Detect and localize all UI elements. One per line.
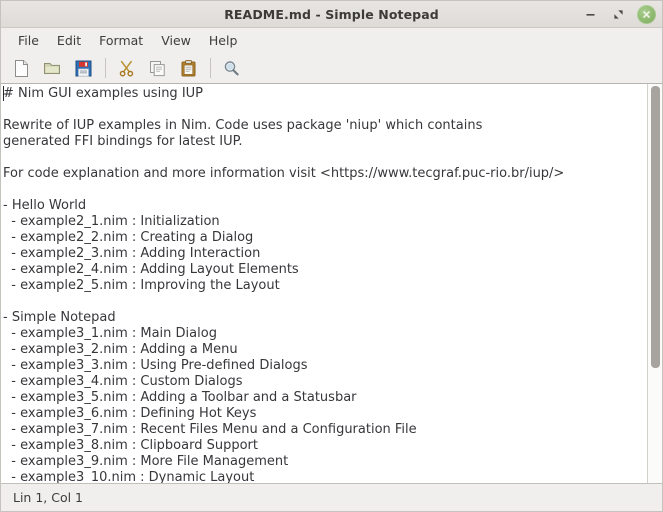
minimize-button[interactable] xyxy=(581,5,600,24)
scissors-icon xyxy=(119,60,134,77)
toolbar-separator-1 xyxy=(105,58,106,78)
editor-line: - example3_5.nim : Adding a Toolbar and … xyxy=(3,390,357,405)
editor-line: - example3_7.nim : Recent Files Menu and… xyxy=(3,422,417,437)
maximize-button[interactable] xyxy=(609,5,628,24)
menu-item-view[interactable]: View xyxy=(152,30,200,51)
toolbar-separator-2 xyxy=(210,58,211,78)
notepad-window: README.md - Simple Notepad File Edit For… xyxy=(0,0,663,512)
menu-item-file[interactable]: File xyxy=(9,30,48,51)
magnifier-search-icon xyxy=(224,60,239,75)
editor-line: - example3_8.nim : Clipboard Support xyxy=(3,438,258,453)
close-icon xyxy=(643,11,650,18)
menu-item-edit[interactable]: Edit xyxy=(48,30,90,51)
toolbar xyxy=(1,53,662,83)
editor-line: - example2_5.nim : Improving the Layout xyxy=(3,278,280,293)
copy-icon xyxy=(150,60,165,76)
new-file-button[interactable] xyxy=(8,55,35,81)
close-button[interactable] xyxy=(637,5,656,24)
editor-line: # Nim GUI examples using IUP xyxy=(3,86,204,101)
editor-line: - example3_6.nim : Defining Hot Keys xyxy=(3,406,257,421)
text-caret xyxy=(3,86,4,101)
editor-line: - example3_1.nim : Main Dialog xyxy=(3,326,217,341)
editor-line: - example3_3.nim : Using Pre-defined Dia… xyxy=(3,358,308,373)
editor-line: - example3_10.nim : Dynamic Layout xyxy=(3,470,255,483)
editor-area: # Nim GUI examples using IUP Rewrite of … xyxy=(1,83,662,483)
status-bar: Lin 1, Col 1 xyxy=(1,483,662,511)
text-editor[interactable]: # Nim GUI examples using IUP Rewrite of … xyxy=(1,84,647,483)
editor-line: For code explanation and more informatio… xyxy=(3,166,565,181)
editor-line: Rewrite of IUP examples in Nim. Code use… xyxy=(3,118,483,133)
editor-line: generated FFI bindings for latest IUP. xyxy=(3,134,243,149)
window-controls xyxy=(581,1,656,28)
save-floppy-icon xyxy=(75,60,92,76)
new-document-icon xyxy=(15,59,28,77)
minimize-icon xyxy=(586,14,595,16)
editor-line: - example2_2.nim : Creating a Dialog xyxy=(3,230,254,245)
paste-button[interactable] xyxy=(175,55,202,81)
vertical-scrollbar[interactable] xyxy=(647,84,662,483)
menu-bar: File Edit Format View Help xyxy=(1,28,662,53)
editor-line: - example2_3.nim : Adding Interaction xyxy=(3,246,261,261)
editor-line: - example3_2.nim : Adding a Menu xyxy=(3,342,238,357)
copy-button[interactable] xyxy=(144,55,171,81)
cursor-position-status: Lin 1, Col 1 xyxy=(13,490,84,505)
menu-item-help[interactable]: Help xyxy=(200,30,247,51)
save-file-button[interactable] xyxy=(70,55,97,81)
menu-item-format[interactable]: Format xyxy=(90,30,152,51)
editor-line: - example3_4.nim : Custom Dialogs xyxy=(3,374,243,389)
cut-button[interactable] xyxy=(113,55,140,81)
window-title: README.md - Simple Notepad xyxy=(224,6,439,22)
editor-line: - example3_9.nim : More File Management xyxy=(3,454,289,469)
vertical-scrollbar-thumb[interactable] xyxy=(651,86,660,368)
window-titlebar[interactable]: README.md - Simple Notepad xyxy=(1,1,662,28)
find-button[interactable] xyxy=(218,55,245,81)
editor-line: - example2_1.nim : Initialization xyxy=(3,214,220,229)
editor-line: - Hello World xyxy=(3,198,87,213)
open-file-button[interactable] xyxy=(39,55,66,81)
open-folder-icon xyxy=(44,62,60,74)
editor-line: - Simple Notepad xyxy=(3,310,116,325)
clipboard-paste-icon xyxy=(181,59,196,76)
maximize-icon xyxy=(614,10,623,19)
editor-line: - example2_4.nim : Adding Layout Element… xyxy=(3,262,299,277)
